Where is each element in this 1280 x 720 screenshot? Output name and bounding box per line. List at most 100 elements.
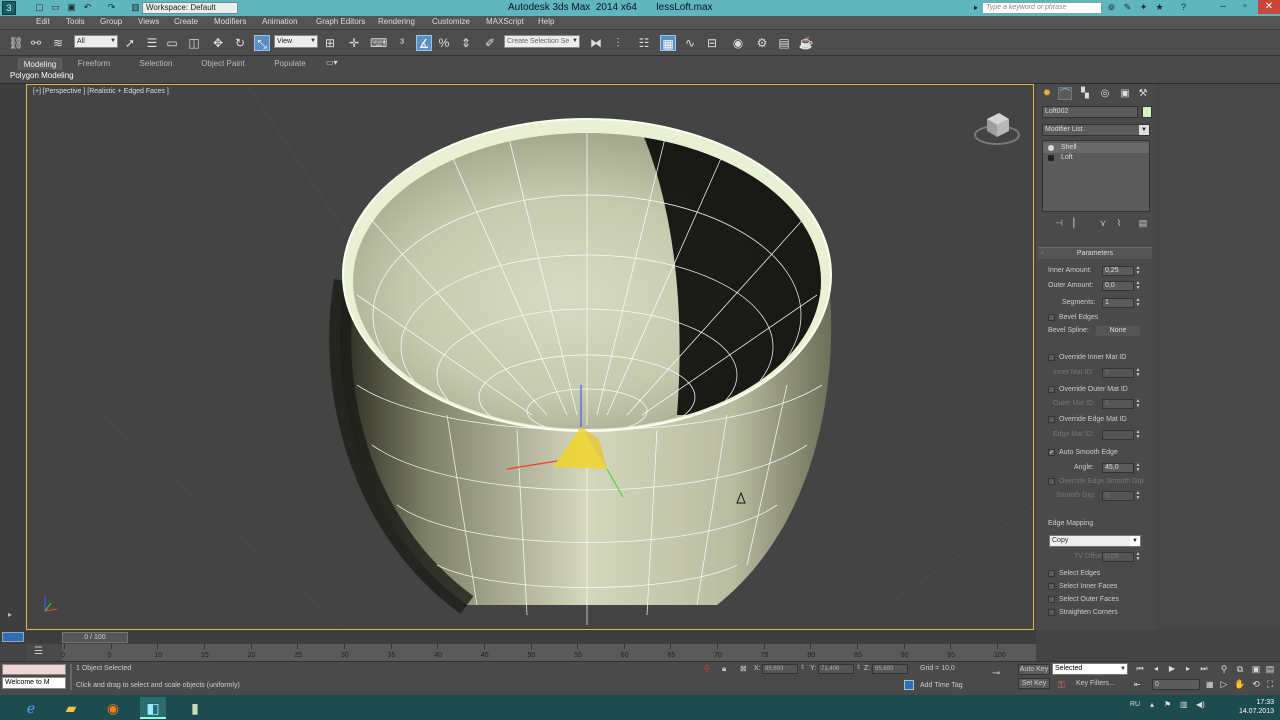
smooth-grp-field[interactable]: 0	[1102, 491, 1134, 501]
tab-selection[interactable]: Selection	[134, 58, 178, 70]
selection-filter-dropdown[interactable]: All ▼	[74, 35, 118, 48]
select-inner-checkbox[interactable]	[1048, 583, 1055, 590]
angle-field[interactable]: 45,0	[1102, 463, 1134, 473]
time-config-icon[interactable]: ▦	[1206, 680, 1214, 689]
key-filters-button[interactable]: Key Filters...	[1076, 680, 1115, 687]
add-time-tag-button[interactable]: Add Time Tag	[920, 682, 963, 689]
open-mini-curve-icon[interactable]: ☰	[34, 646, 43, 657]
zoom-icon[interactable]: ⚲	[1218, 663, 1230, 675]
schematic-view-icon[interactable]: ⊟	[704, 35, 720, 51]
utilities-tab-icon[interactable]: ⚒	[1136, 87, 1150, 100]
snaps-toggle-icon[interactable]: ³	[394, 35, 410, 51]
key-mode-toggle-icon[interactable]: ⇤	[1134, 680, 1141, 689]
maximize-viewport-icon[interactable]: ⛶	[1264, 678, 1276, 690]
set-key-button[interactable]: Set Key	[1018, 678, 1050, 689]
isolate-icon[interactable]: ⚲	[704, 664, 710, 673]
time-tag-icon[interactable]	[904, 680, 914, 690]
redo-icon[interactable]: ↷	[106, 2, 117, 13]
previous-frame-icon[interactable]: ◂	[1150, 664, 1162, 674]
select-by-name-icon[interactable]: ☰	[144, 35, 160, 51]
spinner-arrows-icon[interactable]: ▲ ▼	[1135, 430, 1141, 440]
menu-rendering[interactable]: Rendering	[378, 17, 415, 26]
rotate-icon[interactable]: ↻	[232, 35, 248, 51]
select-edges-checkbox[interactable]	[1048, 570, 1055, 577]
unlink-icon[interactable]: ⚯	[28, 35, 44, 51]
key-set-dropdown[interactable]: Selected ▼	[1052, 663, 1128, 675]
spinner-snap-icon[interactable]: ⇕	[458, 35, 474, 51]
pin-stack-icon[interactable]: ⊣	[1052, 217, 1066, 229]
perspective-viewport[interactable]: [+] [Perspective ] [Realistic + Edged Fa…	[26, 84, 1034, 630]
spinner-arrows-icon[interactable]: ▲ ▼	[1135, 368, 1141, 378]
display-tab-icon[interactable]: ▣	[1118, 87, 1132, 100]
menu-customize[interactable]: Customize	[432, 17, 470, 26]
recorder-icon[interactable]: ▮	[182, 697, 208, 719]
help-icon[interactable]: ?	[1178, 2, 1189, 13]
undo-icon[interactable]: ↶	[82, 2, 93, 13]
segments-field[interactable]: 1	[1102, 298, 1134, 308]
motion-tab-icon[interactable]: ◎	[1098, 87, 1112, 100]
percent-snap-icon[interactable]: %	[436, 35, 452, 51]
communication-icon[interactable]: ✦	[1138, 2, 1149, 13]
override-edge-smooth-checkbox[interactable]	[1048, 478, 1055, 485]
rect-selection-icon[interactable]: ▭	[164, 35, 180, 51]
maxscript-input[interactable]: Welcome to M	[2, 677, 66, 689]
zoom-all-icon[interactable]: ⧉	[1234, 663, 1246, 675]
bevel-spline-button[interactable]: None	[1096, 326, 1140, 336]
object-name-field[interactable]: Loft002	[1042, 106, 1138, 118]
time-slider[interactable]	[0, 630, 1036, 644]
go-to-end-icon[interactable]: ⏭	[1198, 664, 1210, 674]
open-file-icon[interactable]: ▭	[50, 2, 61, 13]
reference-coord-dropdown[interactable]: View ▼	[274, 35, 318, 48]
material-editor-icon[interactable]: ◉	[730, 35, 746, 51]
spinner-arrows-icon[interactable]: ▲ ▼	[1135, 463, 1141, 473]
outer-amount-field[interactable]: 0,0	[1102, 281, 1134, 291]
layer-manager-icon[interactable]: ☷	[636, 35, 652, 51]
override-edge-checkbox[interactable]	[1048, 416, 1055, 423]
stack-item-loft[interactable]: Loft	[1043, 153, 1149, 163]
spinner-arrows-icon[interactable]: ▲ ▼	[1135, 552, 1141, 562]
select-manipulate-icon[interactable]: ✛	[346, 35, 362, 51]
auto-key-button[interactable]: Auto Key	[1018, 664, 1050, 675]
mini-curve-icon[interactable]	[2, 632, 24, 642]
outer-mat-field[interactable]: 1	[1102, 399, 1134, 409]
move-icon[interactable]: ✥	[210, 35, 226, 51]
set-key-icon[interactable]: ⚿	[1058, 680, 1065, 691]
align-icon[interactable]: ⫶	[610, 35, 626, 51]
z-coordinate-field[interactable]: 95,693	[872, 664, 908, 674]
make-unique-icon[interactable]: ⋎	[1096, 217, 1110, 229]
expand-arrow-icon[interactable]: ▸	[8, 610, 12, 619]
render-icon[interactable]: ☕	[798, 35, 814, 51]
menu-edit[interactable]: Edit	[36, 17, 50, 26]
menu-group[interactable]: Group	[100, 17, 122, 26]
straighten-corners-checkbox[interactable]	[1048, 609, 1055, 616]
file-explorer-icon[interactable]: ▰	[58, 697, 84, 719]
menu-animation[interactable]: Animation	[262, 17, 298, 26]
close-icon[interactable]: ✕	[1258, 0, 1280, 14]
ribbon-panel-title[interactable]: Polygon Modeling	[10, 71, 74, 80]
edit-named-selection-icon[interactable]: ✐	[482, 35, 498, 51]
spinner-arrows-icon[interactable]: ▲ ▼	[1135, 491, 1141, 501]
key-mode-icon[interactable]: ⊸	[992, 668, 1000, 679]
remove-modifier-icon[interactable]: ⌇	[1112, 217, 1126, 229]
rendered-frame-icon[interactable]: ▤	[776, 35, 792, 51]
tray-volume-icon[interactable]: ◀)	[1196, 700, 1205, 709]
curve-editor-icon[interactable]: ∿	[682, 35, 698, 51]
tab-modeling[interactable]: Modeling	[18, 58, 62, 70]
menu-help[interactable]: Help	[538, 17, 554, 26]
y-coordinate-field[interactable]: 71,406	[818, 664, 854, 674]
graphite-toggle-icon[interactable]: ▦	[660, 35, 676, 51]
create-tab-icon[interactable]: ✹	[1040, 87, 1054, 100]
field-of-view-icon[interactable]: ▷	[1218, 678, 1230, 690]
modifier-list-dropdown[interactable]: Modifier List ▼	[1042, 124, 1150, 136]
tray-arrow-icon[interactable]: ▴	[1150, 700, 1154, 709]
tray-flag-icon[interactable]: ⚑	[1164, 700, 1171, 709]
scale-icon[interactable]: ⤡	[254, 35, 270, 51]
tray-language[interactable]: RU	[1130, 701, 1140, 708]
zoom-extents-icon[interactable]: ▣	[1250, 663, 1262, 675]
lightbulb-icon[interactable]	[1048, 145, 1054, 151]
subscription-icon[interactable]: ✎	[1122, 2, 1133, 13]
window-crossing-icon[interactable]: ◫	[186, 35, 202, 51]
hierarchy-tab-icon[interactable]: ▚	[1078, 87, 1092, 100]
x-coordinate-field[interactable]: 95,693	[762, 664, 798, 674]
inner-mat-field[interactable]: 1	[1102, 368, 1134, 378]
